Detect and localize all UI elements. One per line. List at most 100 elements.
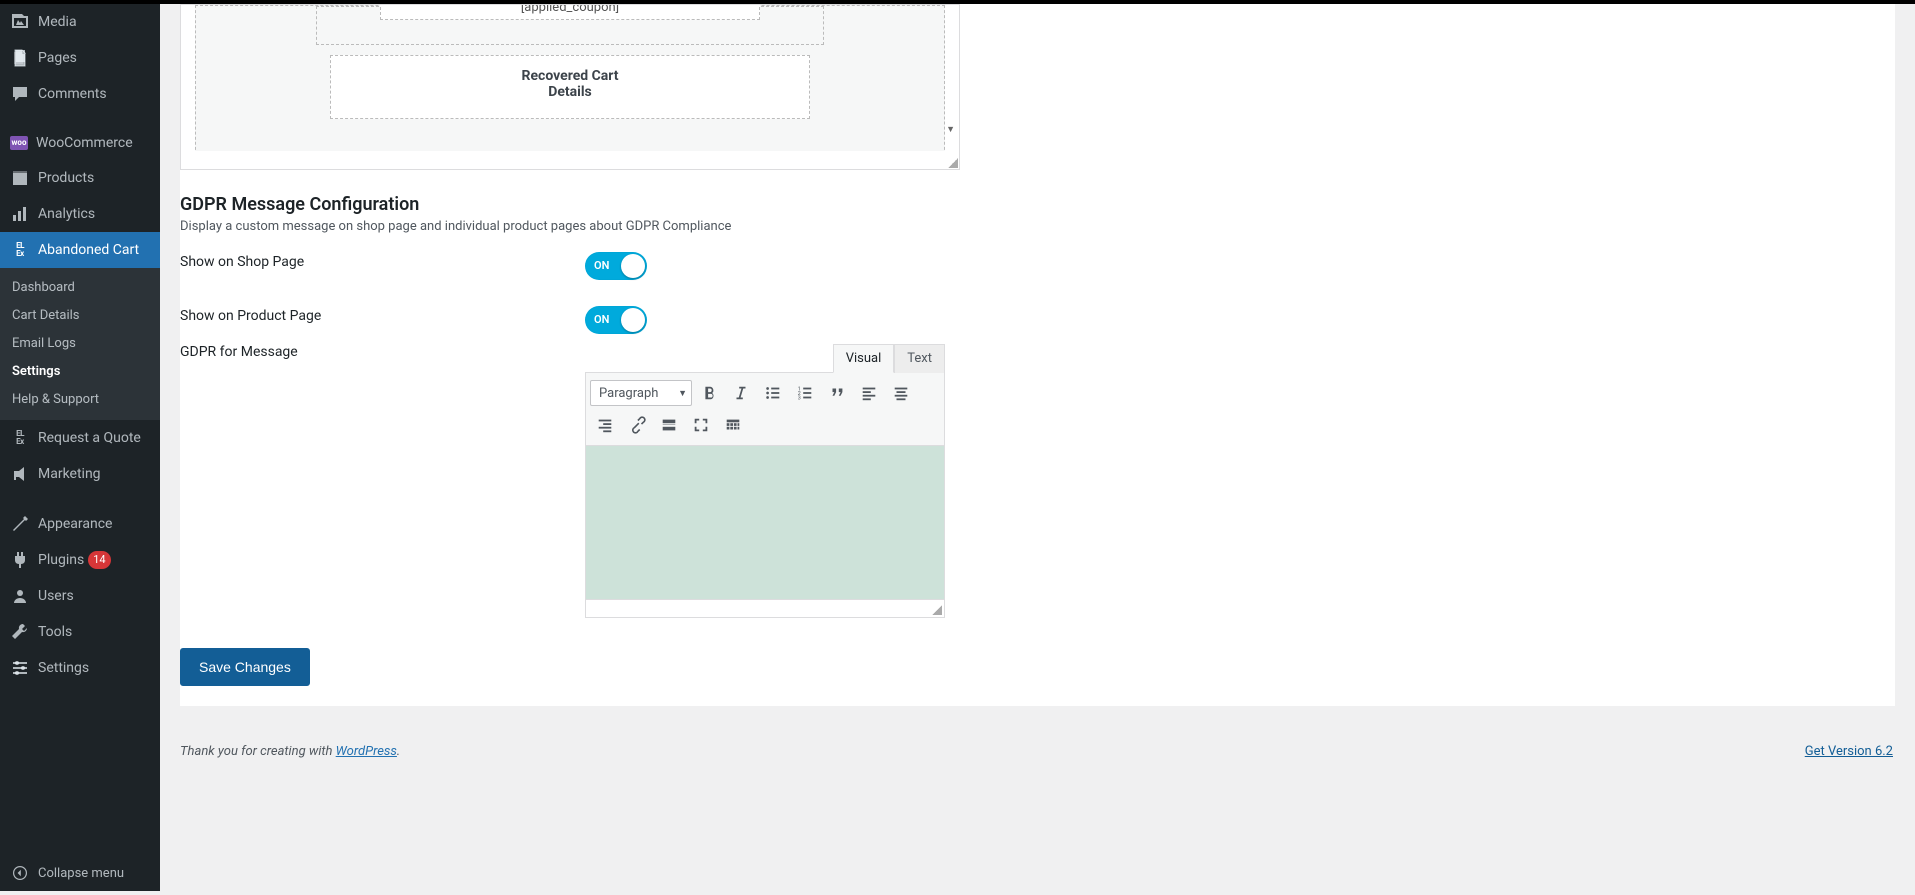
sidebar-item-marketing[interactable]: Marketing	[0, 456, 160, 492]
footer-thanks-suffix: .	[397, 744, 400, 759]
appearance-icon	[10, 514, 30, 534]
submenu-label: Cart Details	[12, 307, 80, 325]
gdpr-message-label: GDPR for Message	[180, 344, 585, 360]
gdpr-message-editor: Visual Text Paragraph ▼ 123	[585, 344, 945, 618]
format-select-label: Paragraph	[599, 386, 658, 401]
sidebar-item-label: Media	[38, 13, 77, 31]
admin-footer: Thank you for creating with WordPress. G…	[180, 726, 1895, 759]
toggle-knob	[621, 308, 645, 332]
editor-toolbar: Paragraph ▼ 123	[585, 372, 945, 446]
sidebar-item-woocommerce[interactable]: woo WooCommerce	[0, 126, 160, 160]
page-icon	[10, 48, 30, 68]
submenu-help[interactable]: Help & Support	[0, 386, 160, 414]
plugins-update-badge: 14	[88, 551, 110, 569]
template-placeholder-box: Recovered Cart Details	[330, 55, 810, 119]
email-template-editor: [applied_coupon] Recovered Cart Details …	[180, 4, 960, 170]
format-select[interactable]: Paragraph ▼	[590, 380, 692, 406]
submenu-cart-details[interactable]: Cart Details	[0, 302, 160, 330]
resize-handle[interactable]	[948, 158, 958, 168]
sidebar-item-label: Settings	[38, 659, 89, 677]
tab-visual[interactable]: Visual	[833, 344, 895, 373]
sidebar-item-label: Users	[38, 587, 74, 605]
megaphone-icon	[10, 464, 30, 484]
read-more-button[interactable]	[654, 411, 684, 439]
users-icon	[10, 586, 30, 606]
row-show-shop: Show on Shop Page ON	[180, 252, 1895, 284]
collapse-label: Collapse menu	[38, 866, 124, 881]
footer-thanks-prefix: Thank you for creating with	[180, 744, 336, 759]
get-version-link[interactable]: Get Version 6.2	[1805, 744, 1893, 759]
tab-text[interactable]: Text	[894, 344, 945, 373]
placeholder-subtitle: Details	[548, 84, 592, 100]
analytics-icon	[10, 204, 30, 224]
toggle-on-text: ON	[594, 306, 609, 334]
sidebar-item-label: WooCommerce	[36, 134, 133, 152]
sidebar-item-tools[interactable]: Tools	[0, 614, 160, 650]
row-show-product: Show on Product Page ON	[180, 306, 1895, 338]
editor-body[interactable]	[585, 446, 945, 600]
sidebar-item-label: Analytics	[38, 205, 95, 223]
collapse-menu-button[interactable]: Collapse menu	[0, 855, 160, 891]
sidebar-item-label: Comments	[38, 85, 107, 103]
toggle-knob	[621, 254, 645, 278]
tools-icon	[10, 622, 30, 642]
sidebar-item-analytics[interactable]: Analytics	[0, 196, 160, 232]
submenu-email-logs[interactable]: Email Logs	[0, 330, 160, 358]
main-content: [applied_coupon] Recovered Cart Details …	[160, 4, 1915, 891]
submenu-label: Email Logs	[12, 335, 76, 353]
sidebar-item-pages[interactable]: Pages	[0, 40, 160, 76]
settings-icon	[10, 658, 30, 678]
bullet-list-button[interactable]	[758, 379, 788, 407]
toggle-on-text: ON	[594, 252, 609, 280]
row-gdpr-message: GDPR for Message Visual Text Paragraph ▼	[180, 344, 1895, 618]
italic-button[interactable]	[726, 379, 756, 407]
wordpress-link[interactable]: WordPress	[336, 744, 397, 759]
sidebar-item-label: Abandoned Cart	[38, 241, 139, 259]
admin-sidebar: Media Pages Comments woo WooCommerce Pro…	[0, 4, 160, 891]
sidebar-item-request-quote[interactable]: ELEx Request a Quote	[0, 420, 160, 456]
submenu-label: Dashboard	[12, 279, 75, 297]
sidebar-separator	[0, 492, 160, 506]
sidebar-item-media[interactable]: Media	[0, 4, 160, 40]
save-button[interactable]: Save Changes	[180, 648, 310, 686]
sidebar-item-label: Plugins	[38, 551, 84, 569]
sidebar-item-appearance[interactable]: Appearance	[0, 506, 160, 542]
show-shop-toggle[interactable]: ON	[585, 252, 647, 280]
toolbar-toggle-button[interactable]	[718, 411, 748, 439]
scroll-down-icon[interactable]: ▼	[946, 124, 955, 135]
blockquote-button[interactable]	[822, 379, 852, 407]
submenu-dashboard[interactable]: Dashboard	[0, 274, 160, 302]
elex-icon: ELEx	[10, 240, 30, 260]
align-center-button[interactable]	[886, 379, 916, 407]
media-icon	[10, 12, 30, 32]
placeholder-title: Recovered Cart	[522, 68, 619, 84]
editor-tabs: Visual Text	[585, 344, 945, 373]
sidebar-item-plugins[interactable]: Plugins 14	[0, 542, 160, 578]
submenu-label: Help & Support	[12, 391, 99, 409]
gdpr-section-title: GDPR Message Configuration	[180, 194, 1895, 215]
sidebar-item-products[interactable]: Products	[0, 160, 160, 196]
resize-handle[interactable]	[932, 605, 942, 615]
sidebar-item-label: Pages	[38, 49, 77, 67]
numbered-list-button[interactable]: 123	[790, 379, 820, 407]
chevron-down-icon: ▼	[678, 388, 687, 399]
settings-panel: [applied_coupon] Recovered Cart Details …	[180, 4, 1895, 706]
elex-icon: ELEx	[10, 428, 30, 448]
svg-text:3: 3	[798, 395, 801, 401]
sidebar-item-users[interactable]: Users	[0, 578, 160, 614]
submenu-settings[interactable]: Settings	[0, 358, 160, 386]
sidebar-item-label: Appearance	[38, 515, 112, 533]
link-button[interactable]	[622, 411, 652, 439]
show-product-toggle[interactable]: ON	[585, 306, 647, 334]
plugins-icon	[10, 550, 30, 570]
bold-button[interactable]	[694, 379, 724, 407]
sidebar-item-comments[interactable]: Comments	[0, 76, 160, 112]
sidebar-item-abandoned-cart[interactable]: ELEx Abandoned Cart	[0, 232, 160, 268]
fullscreen-button[interactable]	[686, 411, 716, 439]
align-right-button[interactable]	[590, 411, 620, 439]
sidebar-item-settings[interactable]: Settings	[0, 650, 160, 686]
align-left-button[interactable]	[854, 379, 884, 407]
woo-icon: woo	[10, 136, 28, 150]
collapse-icon	[10, 863, 30, 883]
sidebar-separator	[0, 112, 160, 126]
